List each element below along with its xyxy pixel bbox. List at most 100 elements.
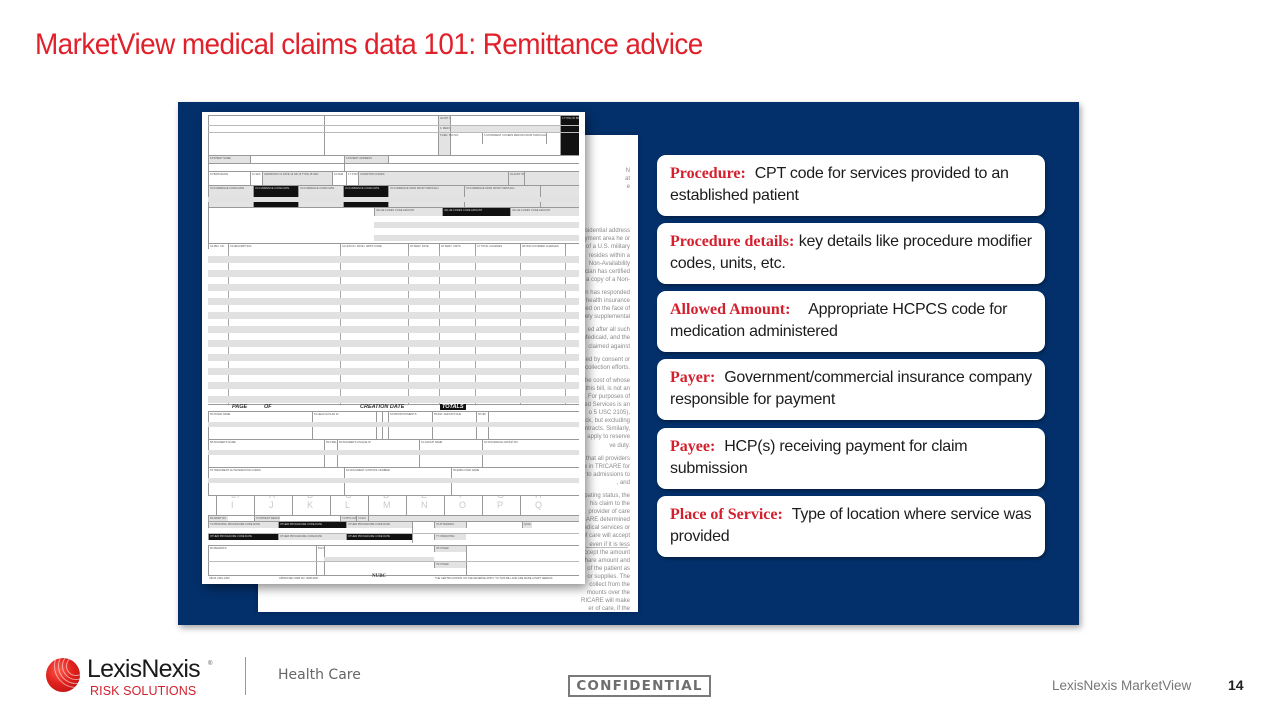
- form-back-text-line: of care will accept: [582, 533, 630, 540]
- callout-description: HCP(s) receiving payment for claim submi…: [670, 438, 968, 477]
- diagnosis-code-cell: DM: [368, 496, 406, 515]
- form-label-attending: 76 ATTENDING: [434, 522, 466, 528]
- service-line-stripe: [208, 284, 579, 291]
- form-back-text-line: o 5 USC 2105),: [588, 410, 630, 417]
- form-back-text-line: ccept the amount: [583, 549, 630, 556]
- form-back-text-line: claimed against: [588, 343, 630, 350]
- diagnosis-code-cell: GP: [482, 496, 520, 515]
- form-label-stat: 17 STAT: [346, 172, 358, 185]
- form-back-text-line: hare amount and: [584, 557, 630, 564]
- service-line-stripe: [208, 340, 579, 347]
- callout-term: Procedure details:: [670, 233, 795, 250]
- callout-place-of-service: Place of Service: Type of location where…: [657, 496, 1045, 557]
- form-label-totals: TOTALS: [440, 404, 466, 410]
- lexisnexis-logo: LexisNexis ® RISK SOLUTIONS: [44, 655, 219, 700]
- logo-registered-mark: ®: [208, 661, 213, 667]
- form-back-text-line: provider of care: [588, 509, 630, 516]
- callout-allowed-amount: Allowed Amount: Appropriate HCPCS code f…: [657, 291, 1045, 352]
- form-back-text-line: ely supplemental: [584, 314, 630, 321]
- form-label-patient-name: 8 PATIENT NAME: [208, 156, 250, 163]
- form-back-text-line: or supplies. The: [587, 573, 630, 580]
- nubc-logo: NUBC: [372, 574, 387, 579]
- form-label-serv-date: 45 SERV. DATE: [408, 244, 439, 249]
- form-back-text-line: ntracts. Similarly,: [584, 426, 630, 433]
- service-line-stripe: [208, 270, 579, 277]
- form-label-description: 43 DESCRIPTION: [228, 244, 340, 249]
- form-back-text-line: ed after all such: [587, 327, 630, 334]
- form-back-text-line: e: [626, 184, 630, 191]
- form-label-admission: ADMISSION 12 DATE 13 HR 14 TYPE 15 SRC: [262, 172, 332, 185]
- form-back-text-line: ed on the face of: [585, 306, 630, 313]
- form-label-rev-cd: 42 REV. CD.: [208, 244, 228, 249]
- form-back-text-line: that all providers: [585, 455, 630, 462]
- form-back-text-line: edical services or: [583, 525, 630, 532]
- form-back-text-line: cian has certified: [584, 268, 630, 275]
- service-line-stripe: [208, 312, 579, 319]
- service-line-stripe: [208, 354, 579, 361]
- callout-procedure-details: Procedure details: key details like proc…: [657, 223, 1045, 284]
- form-back-text-line: ed Services is an: [584, 402, 630, 409]
- form-label-form-id: UB-04 CMS-1450: [209, 576, 230, 580]
- callout-term: Payer:: [670, 369, 716, 386]
- diagnosis-letter: J: [269, 500, 274, 510]
- diagnosis-letter: 67: [231, 496, 241, 500]
- form-back-text-line: he cost of whose: [584, 377, 630, 384]
- form-back-text-line: to admissions to: [586, 471, 630, 478]
- form-label-non-covered: 48 NON-COVERED CHARGES: [520, 244, 565, 249]
- form-label-birthdate: 10 BIRTHDATE: [208, 172, 250, 185]
- form-label-serv-units: 46 SERV. UNITS: [439, 244, 475, 249]
- diagnosis-letter: D: [383, 496, 390, 500]
- diagnosis-letter: A: [269, 496, 275, 500]
- form-back-text-line: e in TRICARE for: [583, 463, 630, 470]
- form-back-text-line: loyment area he or: [579, 236, 630, 243]
- form-label-principal-procedure: 74 PRINCIPAL PROCEDURE CODE DATE: [208, 522, 278, 528]
- form-label-other-procedure-f: OTHER PROCEDURE CODE DATE: [346, 534, 412, 540]
- diagnosis-letter: P: [497, 500, 504, 510]
- claim-form-image: 3a PAT CNTL # 4 TYPE OF BILL b. MED REC.…: [202, 112, 585, 584]
- form-label-other-procedure-e: OTHER PROCEDURE CODE DATE: [278, 534, 346, 540]
- form-back-text-line: of a U.S. military: [585, 244, 630, 251]
- service-line-stripe: [208, 326, 579, 333]
- slide-title: MarketView medical claims data 101: Remi…: [35, 28, 703, 61]
- form-back-text-line: ed by consent or: [585, 356, 630, 363]
- form-back-text-line: of the patient as: [587, 565, 630, 572]
- form-back-text-line: health insurance: [585, 298, 630, 305]
- form-label-value-codes-41: VALUE CODES CODE AMOUNT: [510, 208, 579, 216]
- diagnosis-letter: G: [497, 496, 504, 500]
- callout-term: Procedure:: [670, 165, 746, 182]
- form-back-text-line: , and: [616, 479, 630, 486]
- form-label-statement-period: 6 STATEMENT COVERS PERIOD FROM THROUGH: [482, 133, 546, 144]
- callout-description: Government/commercial insurance company …: [670, 369, 1032, 408]
- callout-payer: Payer: Government/commercial insurance c…: [657, 359, 1045, 420]
- diagnosis-code-cell: CL: [330, 496, 368, 515]
- form-back-text-line: ipating status, the: [582, 493, 630, 499]
- diagnosis-code-cell: EN: [406, 496, 444, 515]
- form-back-text-line: esidential address: [581, 228, 630, 235]
- diagnosis-code-cell: BK: [292, 496, 330, 515]
- confidential-badge: CONFIDENTIAL: [568, 675, 711, 697]
- form-label-creation-date: CREATION DATE: [360, 404, 405, 410]
- form-label-other-prov-78: 78 OTHER: [434, 546, 466, 552]
- form-label-dhr: 16 DHR: [332, 172, 346, 185]
- lexisnexis-globe-icon: [46, 658, 80, 692]
- diagnosis-letter: Q: [535, 500, 543, 510]
- form-back-text-line: a copy of a Non-: [585, 276, 630, 283]
- diagnosis-code-cell: FO: [444, 496, 482, 515]
- form-back-text: Nat e esidential address loyment area he or…: [578, 167, 630, 612]
- form-label-other-procedure-b: OTHER PROCEDURE CODE DATE: [278, 522, 346, 528]
- form-back-text-line: his claim to the: [589, 501, 630, 508]
- service-line-stripe: [208, 368, 579, 375]
- diagnosis-letter: F: [459, 496, 465, 500]
- form-label-patient-address: 9 PATIENT ADDRESS: [344, 156, 388, 163]
- form-label-other-prov-79: 79 OTHER: [434, 562, 466, 568]
- diagnosis-letter: H: [535, 496, 542, 500]
- diagnosis-letter: E: [421, 496, 427, 500]
- service-line-stripe: [208, 396, 579, 403]
- form-label-acdt-state: 29 ACDT STATE: [508, 172, 524, 185]
- footer-divider: [245, 657, 246, 695]
- diagnosis-letter: K: [307, 500, 314, 510]
- diagnosis-letter: L: [345, 500, 351, 510]
- form-back-text-line: ck, but excluding: [585, 418, 630, 425]
- form-back-text-line: n has responded: [585, 289, 630, 296]
- callout-payee: Payee: HCP(s) receiving payment for clai…: [657, 428, 1045, 489]
